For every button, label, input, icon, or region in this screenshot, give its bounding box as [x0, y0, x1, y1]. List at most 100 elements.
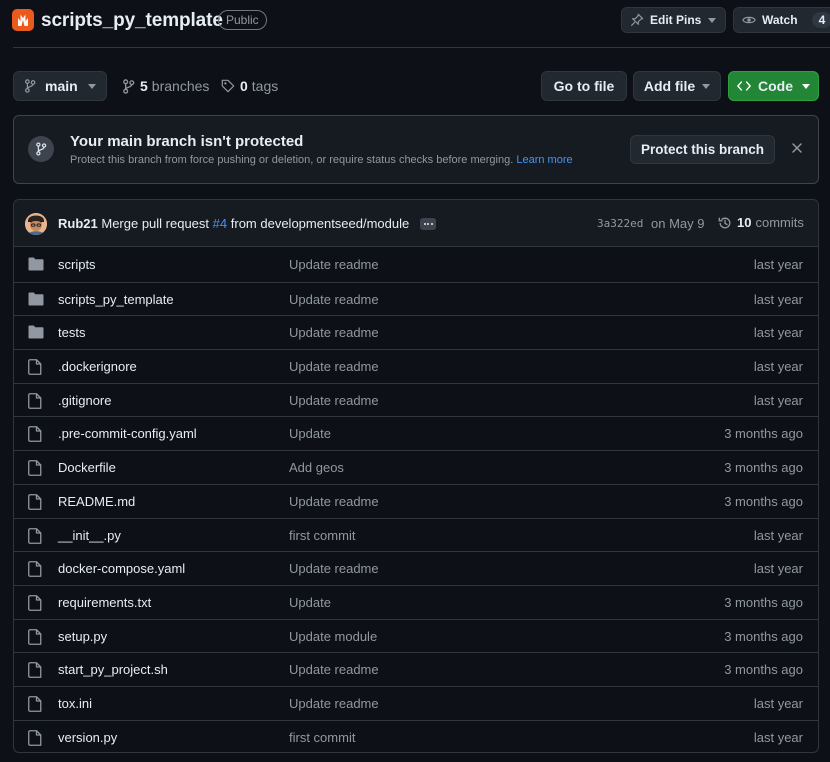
file-commit-message[interactable]: Update readme: [289, 359, 379, 374]
branch-name: main: [45, 78, 78, 94]
close-icon[interactable]: [791, 142, 803, 154]
file-row[interactable]: docker-compose.yaml Update readme last yea…: [14, 551, 818, 585]
banner-text: Protect this branch from force pushing o…: [70, 154, 514, 166]
commit-message: Rub21 Merge pull request #4 from develop…: [58, 216, 409, 231]
folder-icon: [28, 325, 44, 339]
file-commit-message[interactable]: Update readme: [289, 561, 379, 576]
file-icon: [28, 729, 42, 746]
file-name-link[interactable]: tox.ini: [58, 696, 92, 711]
file-row[interactable]: .dockerignore Update readme last year: [14, 349, 818, 383]
file-commit-age: 3 months ago: [724, 460, 803, 476]
file-row[interactable]: tox.ini Update readme last year: [14, 685, 818, 720]
file-name-link[interactable]: README.md: [58, 494, 135, 509]
file-row[interactable]: start_py_project.sh Update readme 3 months…: [14, 652, 818, 686]
eye-icon: [742, 13, 756, 27]
file-browser: Rub21 Merge pull request #4 from develop…: [13, 199, 819, 753]
file-commit-message[interactable]: Update: [289, 426, 331, 441]
file-row[interactable]: version.py first commit last year: [14, 719, 818, 752]
commit-author[interactable]: Rub21: [58, 216, 98, 231]
file-commit-message[interactable]: Update readme: [289, 292, 379, 307]
file-row[interactable]: .pre-commit-config.yaml Update 3 months ag…: [14, 416, 818, 450]
file-icon: [28, 460, 42, 477]
file-name-link[interactable]: .pre-commit-config.yaml: [58, 426, 197, 441]
file-commit-message[interactable]: Update: [289, 595, 331, 610]
file-name-link[interactable]: .gitignore: [58, 393, 111, 408]
file-icon: [28, 392, 42, 409]
file-row[interactable]: .gitignore Update readme last year: [14, 382, 818, 417]
commits-label: commits: [755, 215, 804, 230]
file-name-link[interactable]: docker-compose.yaml: [58, 561, 185, 576]
expand-commit-button[interactable]: [420, 218, 436, 230]
pull-request-link[interactable]: #4: [213, 216, 227, 231]
file-row[interactable]: setup.py Update module 3 months ago: [14, 618, 818, 653]
file-name-link[interactable]: version.py: [58, 730, 117, 745]
pin-icon: [630, 13, 644, 27]
add-file-button[interactable]: Add file: [633, 71, 721, 101]
file-icon: [28, 561, 42, 578]
file-name-link[interactable]: requirements.txt: [58, 595, 151, 610]
tags-link[interactable]: 0 tags: [221, 78, 278, 94]
protect-branch-button[interactable]: Protect this branch: [630, 135, 775, 164]
branches-label: branches: [151, 78, 210, 94]
file-row[interactable]: README.md Update readme 3 months ago: [14, 483, 818, 518]
tags-count: 0: [240, 78, 248, 94]
file-commit-message[interactable]: Add geos: [289, 460, 344, 475]
code-button[interactable]: Code: [728, 71, 819, 101]
edit-pins-label: Edit Pins: [650, 13, 702, 27]
caret-down-icon: [708, 17, 717, 23]
file-row[interactable]: requirements.txt Update 3 months ago: [14, 584, 818, 619]
file-commit-age: last year: [753, 359, 803, 375]
file-commit-message[interactable]: Update module: [289, 629, 377, 644]
commit-hash[interactable]: 3a322ed: [597, 217, 643, 230]
file-commit-message[interactable]: Update readme: [289, 257, 379, 272]
file-name-link[interactable]: Dockerfile: [58, 460, 116, 475]
file-commit-message[interactable]: Update readme: [289, 325, 379, 340]
commit-message-suffix[interactable]: from developmentseed/module: [231, 216, 410, 231]
file-name-link[interactable]: .dockerignore: [58, 359, 137, 374]
tags-label: tags: [251, 78, 279, 94]
file-row[interactable]: scripts_py_template Update readme last yea…: [14, 281, 818, 316]
file-commit-message[interactable]: Update readme: [289, 696, 379, 711]
file-row[interactable]: tests Update readme last year: [14, 315, 818, 349]
branches-link[interactable]: 5 branches: [122, 78, 209, 94]
file-list: scripts Update readme last year scripts_py_…: [14, 248, 818, 752]
folder-icon: [28, 257, 44, 271]
edit-pins-button[interactable]: Edit Pins: [621, 7, 726, 33]
file-commit-message[interactable]: first commit: [289, 730, 355, 745]
branch-select-button[interactable]: main: [13, 71, 107, 101]
file-commit-age: last year: [753, 392, 803, 408]
file-commit-age: 3 months ago: [724, 662, 803, 678]
watch-button[interactable]: Watch 4: [733, 7, 830, 33]
repo-name[interactable]: scripts_py_template: [41, 10, 223, 32]
file-commit-age: last year: [753, 695, 803, 711]
banner-title: Your main branch isn't protected: [70, 133, 304, 150]
file-row[interactable]: __init__.py first commit last year: [14, 517, 818, 552]
file-name-link[interactable]: setup.py: [58, 629, 107, 644]
file-name-link[interactable]: __init__.py: [58, 528, 121, 543]
file-row[interactable]: Dockerfile Add geos 3 months ago: [14, 450, 818, 484]
branch-icon: [24, 79, 36, 93]
file-name-link[interactable]: start_py_project.sh: [58, 662, 168, 677]
code-icon: [737, 80, 751, 92]
commits-link[interactable]: 10 commits: [718, 215, 804, 230]
file-name-link[interactable]: scripts: [58, 257, 96, 272]
go-to-file-button[interactable]: Go to file: [541, 71, 627, 101]
file-name-link[interactable]: tests: [58, 325, 85, 340]
file-name-link[interactable]: scripts_py_template: [58, 292, 174, 307]
code-label: Code: [758, 78, 793, 94]
file-commit-message[interactable]: Update readme: [289, 393, 379, 408]
file-icon: [28, 594, 42, 611]
file-commit-age: last year: [753, 729, 803, 745]
branch-icon: [122, 78, 135, 94]
learn-more-link[interactable]: Learn more: [516, 154, 572, 166]
file-commit-message[interactable]: Update readme: [289, 662, 379, 677]
file-commit-message[interactable]: Update readme: [289, 494, 379, 509]
avatar[interactable]: [25, 213, 47, 235]
caret-down-icon: [702, 83, 711, 89]
file-row[interactable]: scripts Update readme last year: [14, 248, 818, 282]
caret-down-icon: [87, 83, 96, 89]
file-commit-message[interactable]: first commit: [289, 528, 355, 543]
file-commit-age: last year: [753, 291, 803, 307]
commit-message-prefix[interactable]: Merge pull request: [101, 216, 209, 231]
repo-logo-icon[interactable]: [12, 9, 34, 31]
